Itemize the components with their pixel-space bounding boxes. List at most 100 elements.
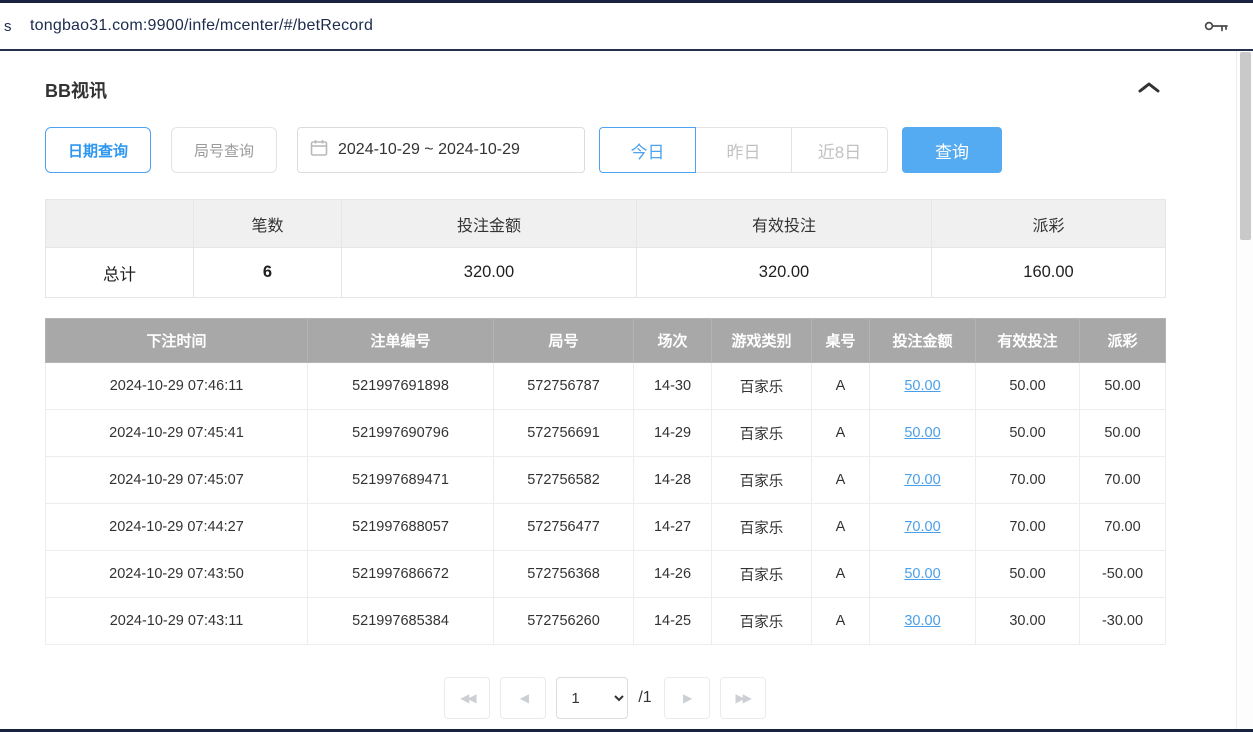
payout-cell: -50.00 xyxy=(1080,551,1166,598)
header-round-number: 局号 xyxy=(494,319,634,363)
session-cell: 14-26 xyxy=(634,551,712,598)
first-page-button[interactable]: ◀◀ xyxy=(444,677,490,719)
payout-cell: 50.00 xyxy=(1080,410,1166,457)
bet-amount-link[interactable]: 50.00 xyxy=(904,378,940,394)
valid-bet-cell: 30.00 xyxy=(976,598,1080,645)
summary-header-bet-amount: 投注金额 xyxy=(342,200,637,248)
session-cell: 14-29 xyxy=(634,410,712,457)
page-total: /1 xyxy=(638,689,651,707)
valid-bet-cell: 70.00 xyxy=(976,504,1080,551)
last-8-days-button[interactable]: 近8日 xyxy=(791,127,888,173)
bet-amount-link[interactable]: 30.00 xyxy=(904,613,940,629)
round-query-tab[interactable]: 局号查询 xyxy=(171,127,277,173)
table-number-cell: A xyxy=(812,504,870,551)
scrollbar-thumb[interactable] xyxy=(1240,52,1251,240)
round-number-cell: 572756368 xyxy=(494,551,634,598)
bet-amount-cell: 30.00 xyxy=(870,598,976,645)
prev-page-button[interactable]: ◀ xyxy=(500,677,546,719)
header-payout: 派彩 xyxy=(1080,319,1166,363)
date-query-tab[interactable]: 日期查询 xyxy=(45,127,151,173)
header-table-number: 桌号 xyxy=(812,319,870,363)
bet-record-table: 下注时间 注单编号 局号 场次 游戏类别 桌号 投注金额 有效投注 派彩 202… xyxy=(45,318,1166,645)
order-number-cell: 521997686672 xyxy=(308,551,494,598)
summary-total-label: 总计 xyxy=(46,248,194,298)
round-number-cell: 572756691 xyxy=(494,410,634,457)
game-type-cell: 百家乐 xyxy=(712,457,812,504)
table-row: 2024-10-29 07:45:07521997689471572756582… xyxy=(46,457,1166,504)
yesterday-button[interactable]: 昨日 xyxy=(695,127,792,173)
bet-amount-cell: 70.00 xyxy=(870,504,976,551)
round-number-cell: 572756260 xyxy=(494,598,634,645)
summary-header-count: 笔数 xyxy=(194,200,342,248)
date-range-picker[interactable]: 2024-10-29 ~ 2024-10-29 xyxy=(297,127,585,173)
today-button[interactable]: 今日 xyxy=(599,127,696,173)
panel-title: BB视讯 xyxy=(45,77,107,103)
order-number-cell: 521997689471 xyxy=(308,457,494,504)
quick-date-group: 今日 昨日 近8日 xyxy=(599,127,888,173)
header-game-type: 游戏类别 xyxy=(712,319,812,363)
payout-cell: 50.00 xyxy=(1080,363,1166,410)
payout-cell: 70.00 xyxy=(1080,504,1166,551)
summary-count-value: 6 xyxy=(194,248,342,298)
order-number-cell: 521997691898 xyxy=(308,363,494,410)
key-icon[interactable] xyxy=(1203,19,1229,33)
summary-table: 笔数 投注金额 有效投注 派彩 总计 6 320.00 320.00 160.0… xyxy=(45,199,1166,298)
order-number-cell: 521997690796 xyxy=(308,410,494,457)
bet-table-body: 2024-10-29 07:46:11521997691898572756787… xyxy=(46,363,1166,645)
bet-record-page: BB视讯 日期查询 局号查询 2024-10-29 ~ 2024-10-29 今… xyxy=(0,51,1165,719)
summary-header-empty xyxy=(46,200,194,248)
collapse-chevron-up-icon[interactable] xyxy=(1133,77,1165,103)
header-order-number: 注单编号 xyxy=(308,319,494,363)
bet-amount-link[interactable]: 70.00 xyxy=(904,472,940,488)
favicon-fragment: s xyxy=(4,18,18,35)
last-page-button[interactable]: ▶▶ xyxy=(720,677,766,719)
payout-cell: -30.00 xyxy=(1080,598,1166,645)
summary-bet-amount-value: 320.00 xyxy=(342,248,637,298)
table-number-cell: A xyxy=(812,363,870,410)
table-row: 2024-10-29 07:45:41521997690796572756691… xyxy=(46,410,1166,457)
game-type-cell: 百家乐 xyxy=(712,598,812,645)
table-number-cell: A xyxy=(812,410,870,457)
table-row: 2024-10-29 07:46:11521997691898572756787… xyxy=(46,363,1166,410)
game-type-cell: 百家乐 xyxy=(712,551,812,598)
payout-cell: 70.00 xyxy=(1080,457,1166,504)
summary-payout-value: 160.00 xyxy=(932,248,1166,298)
bet-amount-link[interactable]: 50.00 xyxy=(904,425,940,441)
table-number-cell: A xyxy=(812,598,870,645)
session-cell: 14-30 xyxy=(634,363,712,410)
summary-valid-bet-value: 320.00 xyxy=(637,248,932,298)
next-page-button[interactable]: ▶ xyxy=(664,677,710,719)
game-type-cell: 百家乐 xyxy=(712,410,812,457)
url-text[interactable]: tongbao31.com:9900/infe/mcenter/#/betRec… xyxy=(30,17,1203,35)
search-button[interactable]: 查询 xyxy=(902,127,1002,173)
pagination: ◀◀ ◀ 1 /1 ▶ ▶▶ xyxy=(45,677,1165,719)
valid-bet-cell: 70.00 xyxy=(976,457,1080,504)
table-row: 2024-10-29 07:43:11521997685384572756260… xyxy=(46,598,1166,645)
round-number-cell: 572756582 xyxy=(494,457,634,504)
table-number-cell: A xyxy=(812,457,870,504)
table-number-cell: A xyxy=(812,551,870,598)
header-bet-time: 下注时间 xyxy=(46,319,308,363)
order-number-cell: 521997685384 xyxy=(308,598,494,645)
summary-header-payout: 派彩 xyxy=(932,200,1166,248)
header-valid-bet: 有效投注 xyxy=(976,319,1080,363)
bet-amount-link[interactable]: 50.00 xyxy=(904,566,940,582)
round-number-cell: 572756787 xyxy=(494,363,634,410)
header-session: 场次 xyxy=(634,319,712,363)
bet-amount-link[interactable]: 70.00 xyxy=(904,519,940,535)
valid-bet-cell: 50.00 xyxy=(976,363,1080,410)
game-type-cell: 百家乐 xyxy=(712,504,812,551)
page-select[interactable]: 1 xyxy=(556,677,628,719)
scrollbar-track[interactable] xyxy=(1236,51,1253,729)
header-bet-amount: 投注金额 xyxy=(870,319,976,363)
browser-address-bar: s tongbao31.com:9900/infe/mcenter/#/betR… xyxy=(0,0,1253,51)
bet-amount-cell: 50.00 xyxy=(870,551,976,598)
valid-bet-cell: 50.00 xyxy=(976,551,1080,598)
bet-time-cell: 2024-10-29 07:45:07 xyxy=(46,457,308,504)
valid-bet-cell: 50.00 xyxy=(976,410,1080,457)
session-cell: 14-25 xyxy=(634,598,712,645)
order-number-cell: 521997688057 xyxy=(308,504,494,551)
filter-row: 日期查询 局号查询 2024-10-29 ~ 2024-10-29 今日 昨日 … xyxy=(45,127,1165,173)
summary-header-valid-bet: 有效投注 xyxy=(637,200,932,248)
bet-amount-cell: 50.00 xyxy=(870,363,976,410)
